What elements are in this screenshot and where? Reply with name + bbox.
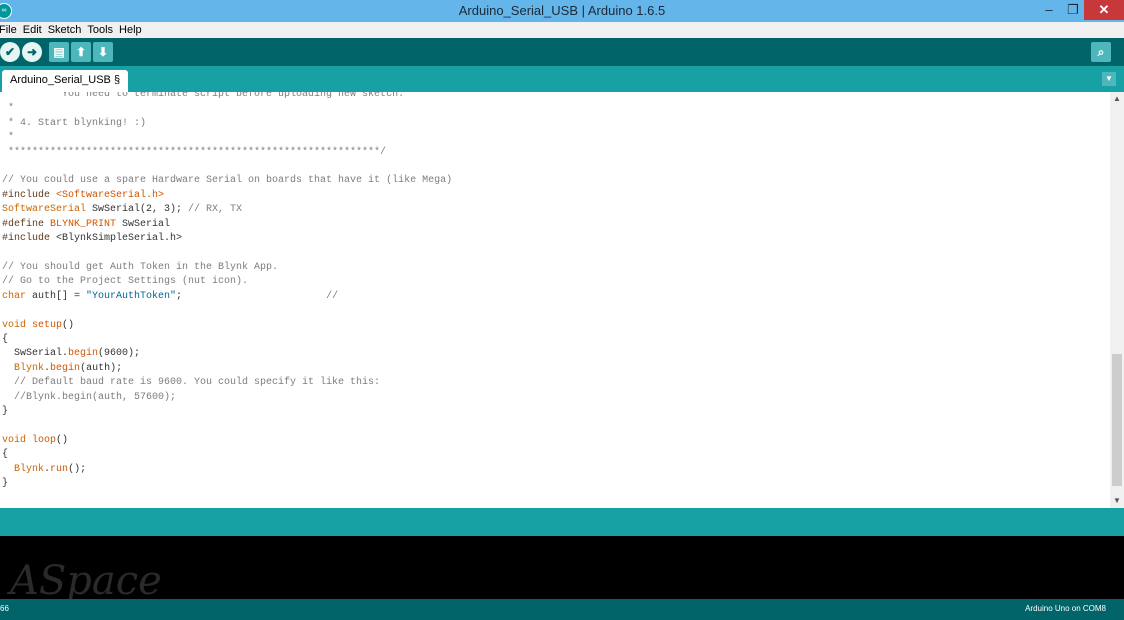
tab-arduino-serial-usb[interactable]: Arduino_Serial_USB § <box>2 70 129 92</box>
code-line[interactable] <box>2 246 452 260</box>
tab-bar: Arduino_Serial_USB § ▼ <box>0 66 1124 92</box>
code-line[interactable]: #include <BlynkSimpleSerial.h> <box>2 232 452 246</box>
menu-bar: File Edit Sketch Tools Help <box>0 22 1124 38</box>
code-line[interactable]: char auth[] = "YourAuthToken"; // <box>2 290 452 304</box>
code-line[interactable]: { <box>2 448 452 462</box>
scroll-up-icon[interactable]: ▲ <box>1110 92 1124 106</box>
minimize-button[interactable]: – <box>1036 0 1062 20</box>
arrow-up-icon: ⬆ <box>75 45 87 59</box>
code-line[interactable]: #include <SoftwareSerial.h> <box>2 189 452 203</box>
code-line[interactable]: // You should get Auth Token in the Blyn… <box>2 261 452 275</box>
title-bar: ∞ Arduino_Serial_USB | Arduino 1.6.5 – ❐… <box>0 0 1124 22</box>
code-line[interactable]: //Blynk.begin(auth, 57600); <box>2 391 452 405</box>
menu-sketch[interactable]: Sketch <box>48 22 86 36</box>
menu-file[interactable]: File <box>0 22 21 36</box>
code-line[interactable]: SwSerial.begin(9600); <box>2 347 452 361</box>
serial-monitor-button[interactable]: ⌕ <box>1091 42 1111 62</box>
menu-help[interactable]: Help <box>119 22 146 36</box>
code-line[interactable]: // Default baud rate is 9600. You could … <box>2 376 452 390</box>
code-line[interactable]: Blynk.begin(auth); <box>2 362 452 376</box>
maximize-button[interactable]: ❐ <box>1062 0 1084 20</box>
editor-scrollbar[interactable]: ▲ ▼ <box>1110 92 1124 508</box>
open-button[interactable]: ⬆ <box>71 42 91 62</box>
menu-edit[interactable]: Edit <box>23 22 46 36</box>
code-line[interactable]: // You could use a spare Hardware Serial… <box>2 174 452 188</box>
magnifier-icon: ⌕ <box>1097 44 1105 59</box>
scroll-down-icon[interactable]: ▼ <box>1110 494 1124 508</box>
code-line[interactable]: Blynk.run(); <box>2 463 452 477</box>
footer-bar: 66 Arduino Uno on COM8 <box>0 599 1124 620</box>
toolbar: ✔ ➜ ▤ ⬆ ⬇ ⌕ <box>0 38 1124 66</box>
menu-tools[interactable]: Tools <box>87 22 117 36</box>
watermark-logo: ASpace <box>10 558 162 604</box>
console-output <box>0 536 1124 599</box>
new-sketch-button[interactable]: ▤ <box>49 42 69 62</box>
window-title: Arduino_Serial_USB | Arduino 1.6.5 <box>458 3 666 18</box>
code-line[interactable]: // Go to the Project Settings (nut icon)… <box>2 275 452 289</box>
chevron-down-icon: ▼ <box>1105 74 1113 83</box>
scroll-thumb[interactable] <box>1112 354 1122 486</box>
code-line[interactable]: * 4. Start blynking! :) <box>2 117 452 131</box>
close-button[interactable]: ✕ <box>1084 0 1124 20</box>
code-line[interactable]: { <box>2 333 452 347</box>
code-text[interactable]: * You need to terminate script before up… <box>2 92 452 491</box>
verify-button[interactable]: ✔ <box>0 42 20 62</box>
code-line[interactable]: ****************************************… <box>2 146 452 160</box>
code-line[interactable]: void loop() <box>2 434 452 448</box>
code-line[interactable]: SoftwareSerial SwSerial(2, 3); // RX, TX <box>2 203 452 217</box>
check-icon: ✔ <box>4 45 16 59</box>
code-line[interactable]: * You need to terminate script before up… <box>2 92 452 102</box>
line-number: 66 <box>0 604 9 613</box>
arrow-right-icon: ➜ <box>26 45 38 59</box>
code-line[interactable] <box>2 160 452 174</box>
code-line[interactable]: } <box>2 477 452 491</box>
tab-menu-button[interactable]: ▼ <box>1102 72 1116 86</box>
code-line[interactable] <box>2 304 452 318</box>
new-file-icon: ▤ <box>53 45 65 59</box>
code-line[interactable] <box>2 419 452 433</box>
code-line[interactable]: * <box>2 102 452 116</box>
code-line[interactable]: } <box>2 405 452 419</box>
code-line[interactable]: #define BLYNK_PRINT SwSerial <box>2 218 452 232</box>
status-bar <box>0 508 1124 536</box>
arrow-down-icon: ⬇ <box>97 45 109 59</box>
code-editor[interactable]: * You need to terminate script before up… <box>0 92 1110 508</box>
upload-button[interactable]: ➜ <box>22 42 42 62</box>
code-line[interactable]: * <box>2 131 452 145</box>
save-button[interactable]: ⬇ <box>93 42 113 62</box>
code-line[interactable]: void setup() <box>2 319 452 333</box>
board-port-label: Arduino Uno on COM8 <box>1025 604 1106 613</box>
